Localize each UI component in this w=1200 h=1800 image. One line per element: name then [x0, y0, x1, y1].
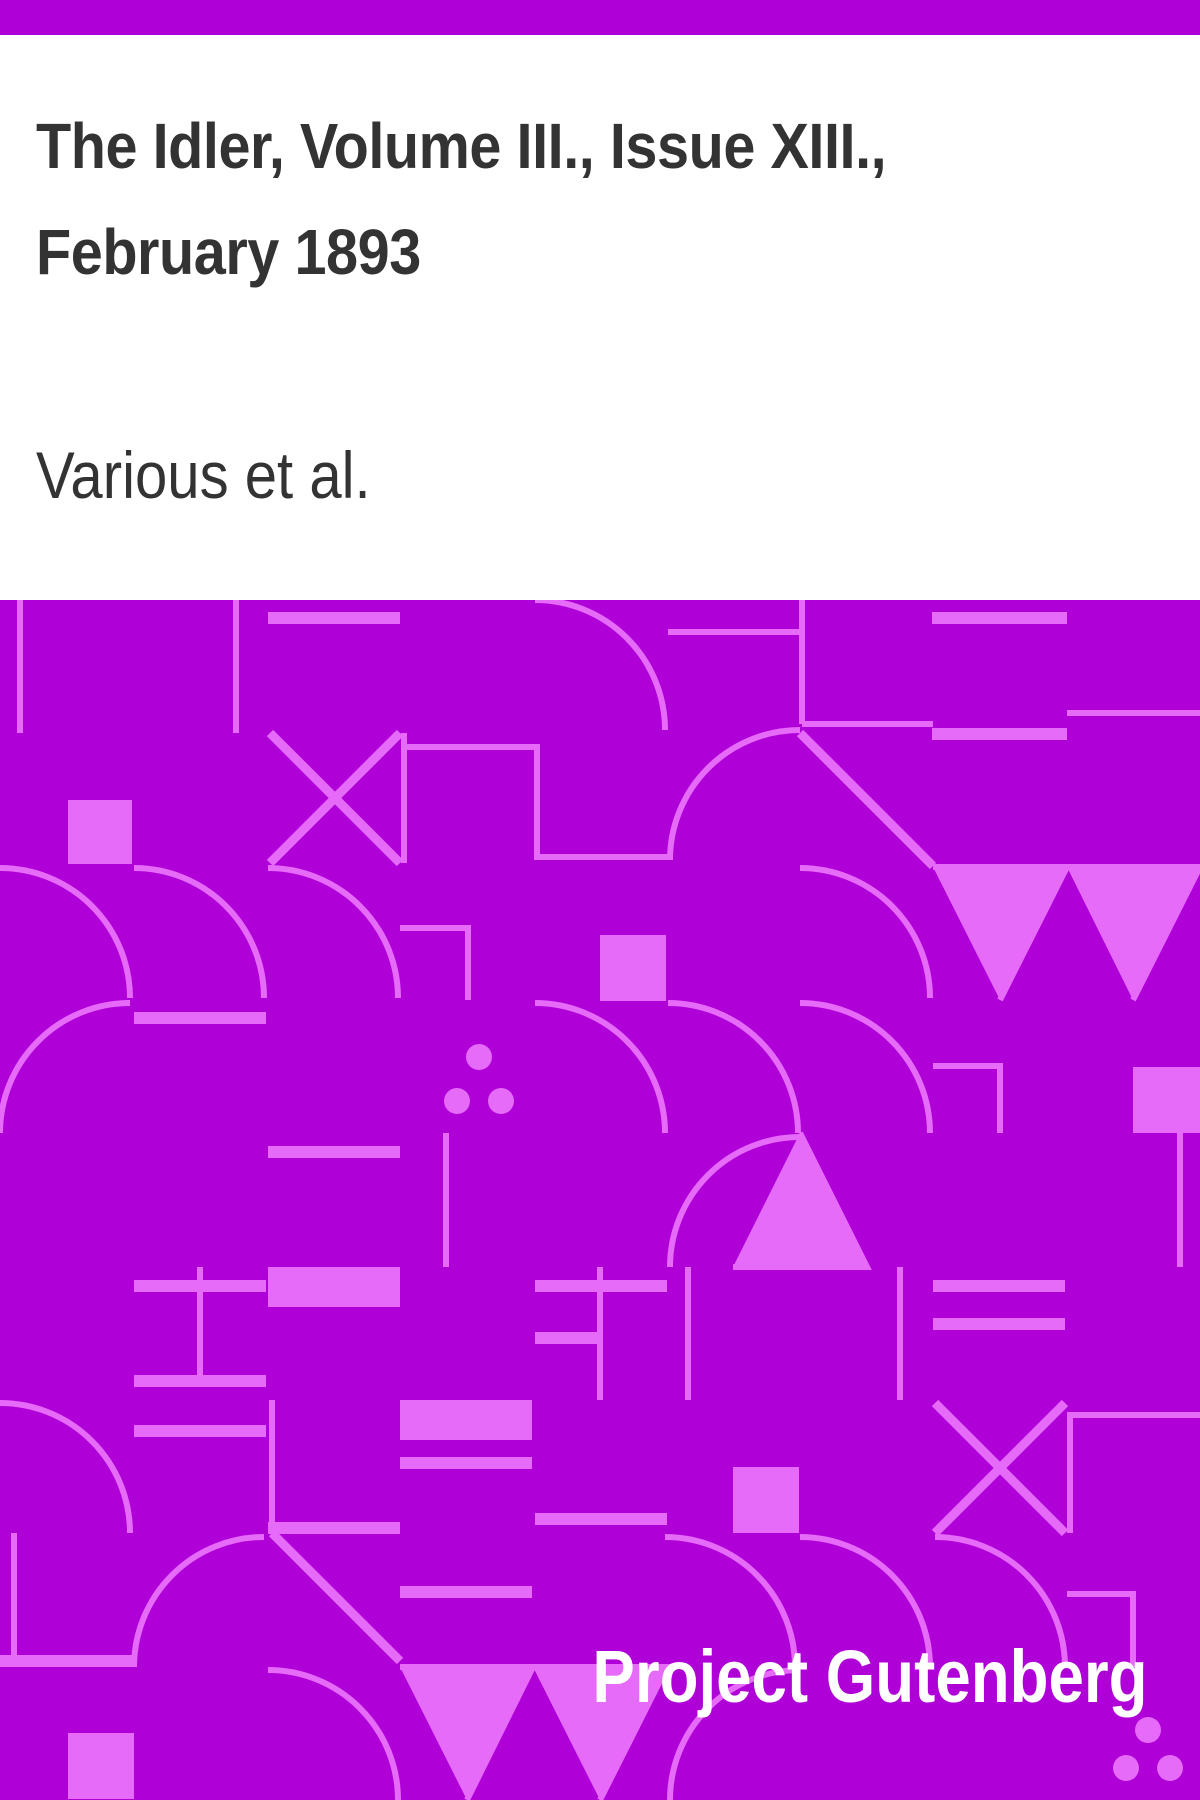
- pattern-dot: [444, 1088, 470, 1114]
- pattern-square: [933, 1280, 1065, 1292]
- pattern-arc: [0, 1000, 131, 1134]
- pattern-square: [932, 728, 1067, 740]
- pattern-square: [400, 1586, 532, 1598]
- pattern-arc: [0, 865, 133, 999]
- pattern-arc: [534, 600, 668, 731]
- book-author: Various et al.: [36, 438, 371, 512]
- pattern-bracket: [933, 1063, 1003, 1133]
- pattern-square: [600, 935, 666, 1001]
- pattern-square: [68, 800, 132, 864]
- pattern-square: [134, 1012, 266, 1024]
- title-panel: The Idler, Volume III., Issue XIII., Feb…: [0, 35, 1200, 600]
- pattern-square: [733, 1467, 799, 1533]
- pattern-line: [796, 729, 937, 870]
- pattern-square: [268, 1267, 400, 1307]
- pattern-bracket: [404, 744, 670, 860]
- pattern-arc: [667, 1000, 801, 1134]
- pattern-arc: [267, 865, 401, 999]
- pattern-arc: [534, 1000, 668, 1134]
- publisher-name: Project Gutenberg: [592, 1635, 1148, 1718]
- pattern-square: [134, 1425, 266, 1437]
- pattern-arc: [667, 727, 801, 861]
- pattern-square: [0, 1655, 134, 1667]
- pattern-arc: [799, 865, 933, 999]
- pattern-arc: [0, 1400, 133, 1534]
- pattern-arc: [131, 1534, 265, 1668]
- pattern-square: [1133, 1067, 1200, 1133]
- pattern-bracket: [1067, 1412, 1200, 1533]
- geometric-pattern-panel: [0, 600, 1200, 1800]
- pattern-square: [535, 1513, 667, 1525]
- book-title: The Idler, Volume III., Issue XIII., Feb…: [36, 110, 887, 288]
- pattern-triangle: [1067, 864, 1200, 1002]
- pattern-arc: [267, 1667, 401, 1800]
- pattern-square: [268, 1522, 400, 1534]
- pattern-square: [933, 1318, 1065, 1330]
- pattern-square: [400, 1400, 532, 1440]
- top-color-bar: [0, 0, 1200, 35]
- pattern-dot: [1113, 1755, 1139, 1781]
- pattern-square: [68, 1733, 134, 1799]
- pattern-square: [268, 1146, 400, 1158]
- pattern-arc: [799, 1000, 933, 1134]
- pattern-triangle: [733, 1131, 872, 1270]
- pattern-arc: [133, 865, 267, 999]
- book-cover: The Idler, Volume III., Issue XIII., Feb…: [0, 0, 1200, 1800]
- pattern-dot: [1157, 1755, 1183, 1781]
- pattern-triangle: [400, 1664, 538, 1800]
- pattern-dot: [488, 1088, 514, 1114]
- decorative-pattern: [0, 600, 1200, 1800]
- pattern-square: [268, 612, 400, 624]
- pattern-square: [535, 1332, 602, 1344]
- pattern-bracket: [400, 925, 471, 1000]
- pattern-square: [400, 1457, 532, 1469]
- pattern-line: [268, 1529, 404, 1665]
- pattern-triangle: [933, 864, 1072, 1002]
- pattern-dot: [466, 1044, 492, 1070]
- pattern-square: [932, 612, 1067, 624]
